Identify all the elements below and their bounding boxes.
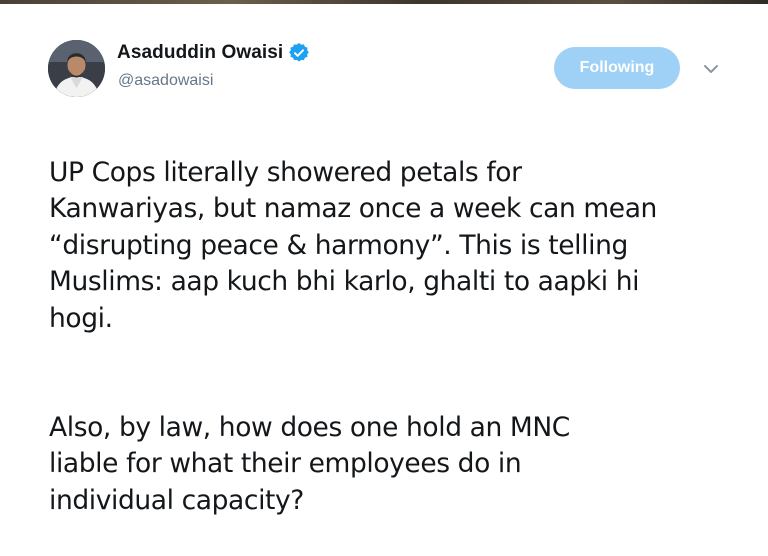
chevron-down-icon[interactable] [700,60,722,78]
author-handle[interactable]: @asadowaisi [118,72,213,90]
avatar[interactable] [48,40,105,97]
author-display-name[interactable]: Asaduddin Owaisi [117,42,283,64]
following-button[interactable]: Following [554,47,680,89]
author-name-row: Asaduddin Owaisi [117,42,310,64]
tweet-paragraph: Also, by law, how does one hold an MNC l… [49,411,570,516]
tweet-paragraph: UP Cops literally showered petals for Ka… [49,156,657,334]
tweet-text: UP Cops literally showered petals for Ka… [49,118,749,556]
verified-badge-icon [289,43,310,62]
avatar-image [48,40,105,97]
